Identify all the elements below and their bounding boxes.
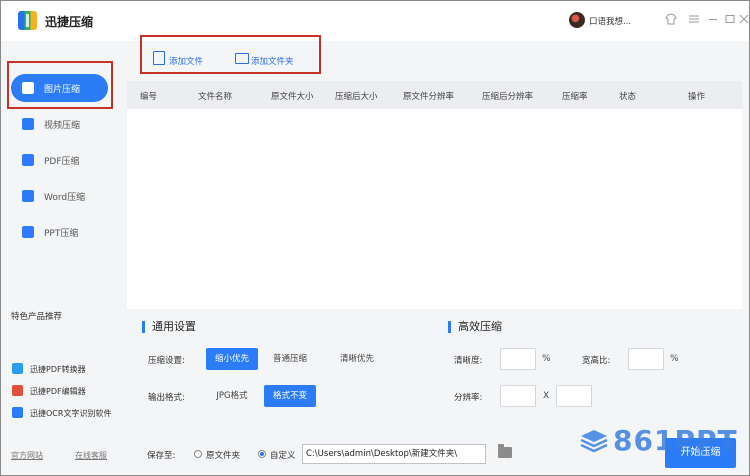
- column-header: 压缩率: [562, 92, 588, 102]
- app-logo-icon: [18, 11, 37, 30]
- avatar[interactable]: [569, 12, 585, 28]
- sidebar-item-pdf-compress[interactable]: PDF压缩: [11, 146, 108, 174]
- output-format-label: 输出格式:: [148, 393, 185, 403]
- ocr-icon: [12, 407, 23, 418]
- option-jpg-format[interactable]: JPG格式: [206, 385, 258, 407]
- original-folder-label[interactable]: 原文件夹: [206, 449, 240, 461]
- official-website-link[interactable]: 官方网站: [11, 450, 43, 461]
- sidebar-item-label: Word压缩: [44, 193, 86, 203]
- main-panel: 添加文件 添加文件夹 编号 文件名称 原文件大小 压缩后大小 原文件分辨率 压缩…: [117, 35, 742, 475]
- annotation-highlight-box: [140, 35, 321, 74]
- user-name[interactable]: 口语我想...: [589, 15, 631, 27]
- pdf-icon: [22, 154, 34, 166]
- clarity-input[interactable]: [500, 348, 536, 370]
- resolution-separator: X: [543, 391, 550, 401]
- aspect-ratio-unit: %: [670, 354, 679, 364]
- video-icon: [22, 118, 34, 130]
- title-bar: 迅捷压缩 口语我想...: [1, 1, 749, 41]
- sidebar-item-word-compress[interactable]: Word压缩: [11, 182, 108, 210]
- column-header: 压缩后分辨率: [482, 92, 534, 102]
- sidebar: 图片压缩 视频压缩 PDF压缩 Word压缩 PPT压缩 特色产品推荐 迅捷PD…: [1, 41, 117, 475]
- app-title: 迅捷压缩: [45, 15, 94, 29]
- aspect-ratio-label: 宽高比:: [582, 356, 611, 366]
- menu-icon[interactable]: [687, 13, 701, 27]
- toolbar: 添加文件 添加文件夹: [117, 35, 742, 81]
- ppt-icon: [22, 226, 34, 238]
- feature-label: 迅捷PDF转换器: [30, 365, 86, 374]
- clarity-unit: %: [542, 354, 551, 364]
- feature-label: 迅捷PDF编辑器: [30, 387, 86, 396]
- maximize-icon[interactable]: [723, 13, 737, 27]
- option-clarity-first[interactable]: 清晰优先: [331, 348, 383, 370]
- sidebar-item-label: PDF压缩: [44, 157, 80, 167]
- sidebar-item-video-compress[interactable]: 视频压缩: [11, 110, 108, 138]
- radio-original-folder[interactable]: [194, 450, 202, 458]
- folder-icon[interactable]: [498, 444, 512, 458]
- word-icon: [22, 190, 34, 202]
- clarity-label: 清晰度:: [454, 356, 483, 366]
- aspect-ratio-input[interactable]: [628, 348, 664, 370]
- watermark-logo-icon: [580, 430, 608, 453]
- pdf-editor-icon: [12, 385, 23, 396]
- option-keep-format[interactable]: 格式不变: [264, 385, 316, 407]
- watermark-text: 861PPT: [613, 424, 738, 457]
- sidebar-item-label: 视频压缩: [44, 121, 81, 131]
- save-path-input[interactable]: C:\Users\admin\Desktop\新建文件夹\: [302, 444, 486, 464]
- app-window: 迅捷压缩 口语我想... 图片压缩 视频压缩 PDF压缩 Word压缩 PPT压…: [0, 0, 750, 476]
- file-list[interactable]: [127, 109, 742, 309]
- table-header: 编号 文件名称 原文件大小 压缩后大小 原文件分辨率 压缩后分辨率 压缩率 状态…: [127, 81, 742, 109]
- resolution-height-input[interactable]: [556, 385, 592, 407]
- column-header: 文件名称: [198, 92, 233, 102]
- column-header: 原文件大小: [271, 92, 314, 102]
- save-to-label: 保存至:: [147, 451, 176, 461]
- column-header: 操作: [688, 92, 706, 102]
- minimize-icon[interactable]: [706, 13, 720, 27]
- sidebar-item-ppt-compress[interactable]: PPT压缩: [11, 218, 108, 246]
- efficient-compress-title: 高效压缩: [448, 321, 502, 333]
- resolution-width-input[interactable]: [500, 385, 536, 407]
- option-shrink-first[interactable]: 缩小优先: [206, 348, 258, 370]
- column-header: 状态: [619, 92, 637, 102]
- settings-panel: 通用设置 压缩设置: 缩小优先 普通压缩 清晰优先 输出格式: JPG格式 格式…: [127, 311, 742, 431]
- features-title: 特色产品推荐: [11, 312, 63, 322]
- compress-setting-label: 压缩设置:: [148, 356, 185, 366]
- resolution-label: 分辨率:: [454, 393, 483, 403]
- sidebar-item-label: PPT压缩: [44, 229, 79, 239]
- radio-custom-folder[interactable]: [258, 450, 266, 458]
- annotation-highlight-box: [7, 61, 113, 109]
- pdf-converter-icon: [12, 363, 23, 374]
- column-header: 编号: [140, 92, 158, 102]
- custom-folder-label[interactable]: 自定义: [270, 449, 296, 461]
- online-support-link[interactable]: 在线客服: [75, 450, 107, 461]
- column-header: 压缩后大小: [335, 92, 378, 102]
- close-icon[interactable]: [739, 13, 749, 27]
- feature-label: 迅捷OCR文字识别软件: [30, 409, 112, 418]
- skin-icon[interactable]: [664, 13, 678, 27]
- column-header: 原文件分辨率: [403, 92, 455, 102]
- general-settings-title: 通用设置: [142, 321, 196, 333]
- option-normal-compress[interactable]: 普通压缩: [264, 348, 316, 370]
